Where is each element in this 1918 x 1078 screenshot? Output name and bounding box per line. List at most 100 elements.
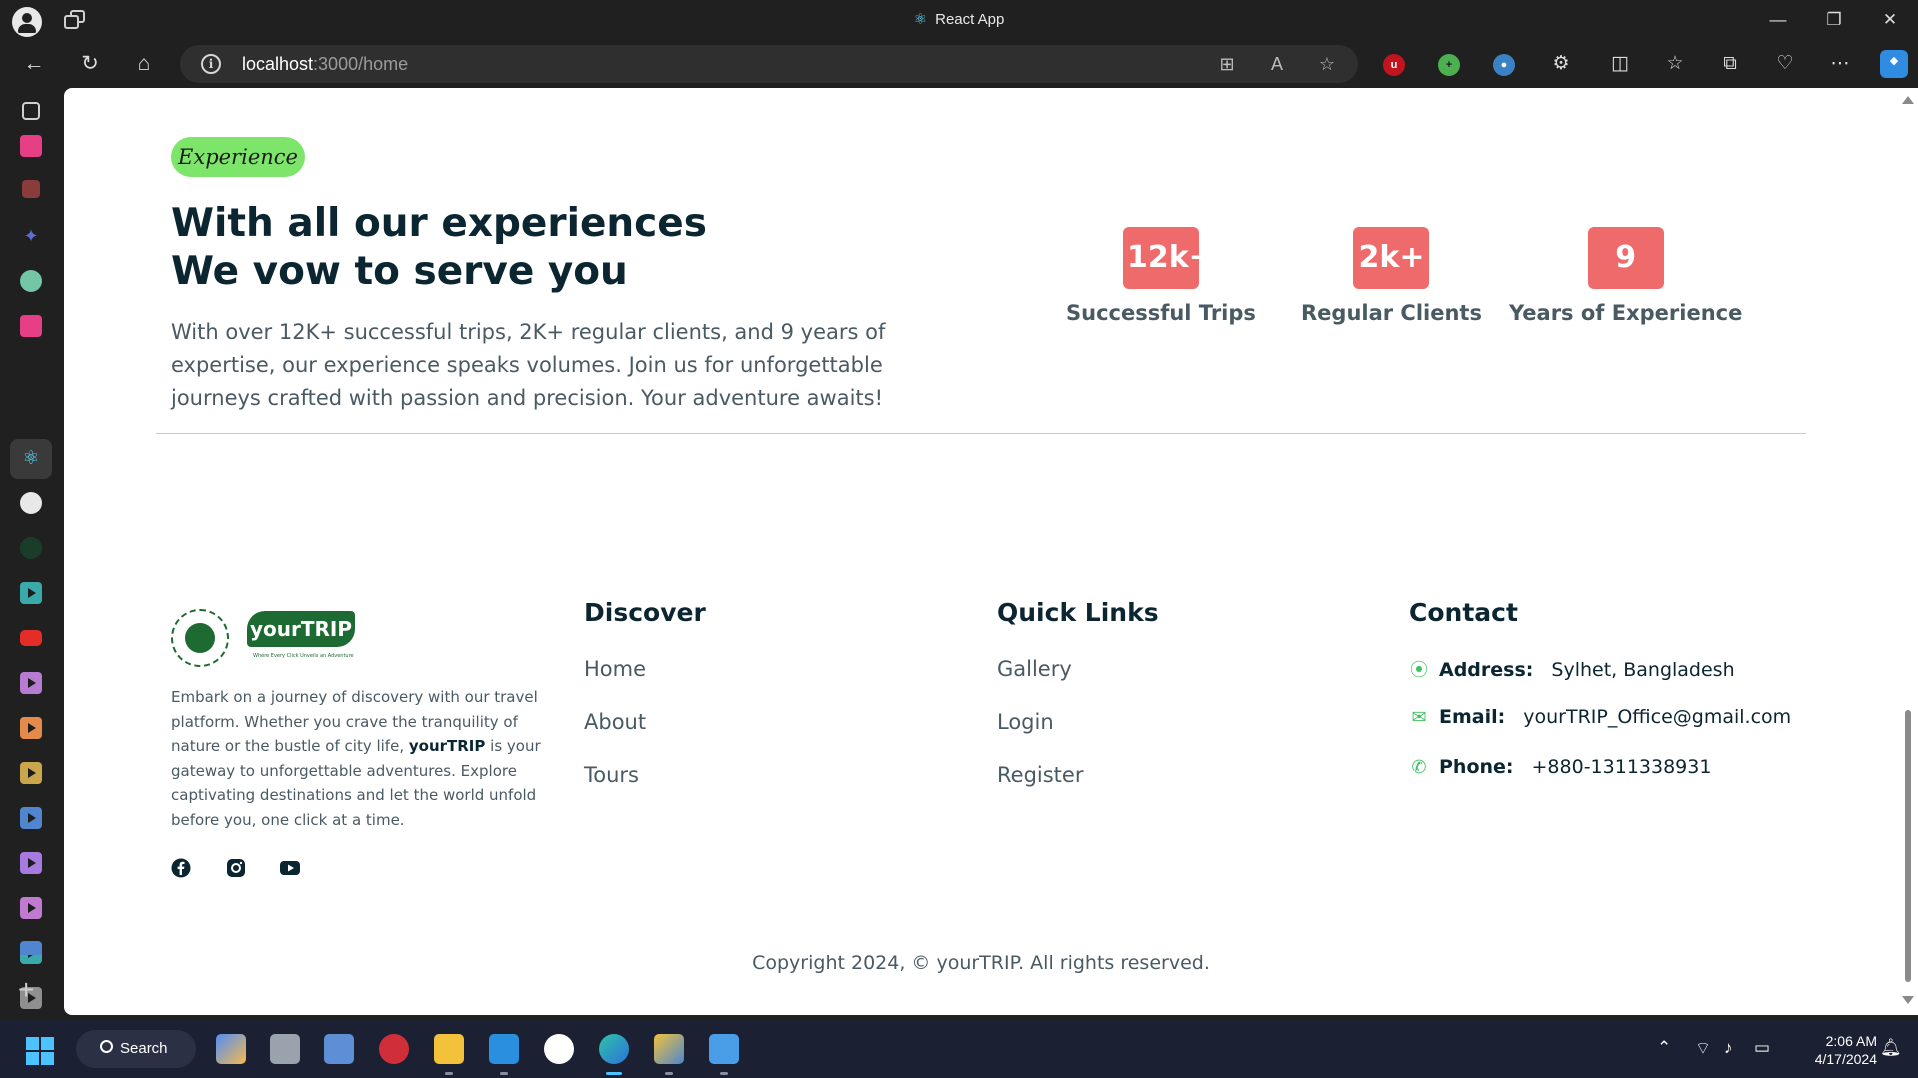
- stat-regular-clients: 2k+ Regular Clients: [1301, 227, 1482, 325]
- git-app-icon[interactable]: [654, 1034, 684, 1064]
- edge-browser-icon[interactable]: [599, 1034, 629, 1064]
- close-button[interactable]: ✕: [1862, 0, 1918, 40]
- refresh-button[interactable]: ↻: [72, 48, 108, 80]
- battery-icon[interactable]: ▭: [1754, 1038, 1770, 1058]
- headline-line-1: With all our experiences: [171, 201, 707, 246]
- experience-intro: With over 12K+ successful trips, 2K+ reg…: [171, 320, 886, 410]
- browser-toolbar: ← ↻ ⌂ i localhost:3000/home ⊞ A ☆ u + ● …: [0, 40, 1918, 88]
- task-view-app-icon[interactable]: [270, 1034, 300, 1064]
- sidebar-tab-2[interactable]: [22, 180, 40, 198]
- extensions-icon[interactable]: ⚙: [1543, 48, 1579, 80]
- footer-link-about[interactable]: About: [584, 710, 646, 734]
- stat-successful-trips: 12k+ Successful Trips: [1066, 227, 1256, 325]
- stat-value: 9: [1587, 227, 1664, 289]
- stat-years-experience: 9 Years of Experience: [1509, 227, 1742, 325]
- back-button[interactable]: ←: [16, 48, 52, 80]
- location-pin-icon: ⦿: [1410, 660, 1428, 681]
- mail-icon: ✉: [1411, 707, 1427, 728]
- stat-label: Years of Experience: [1509, 301, 1743, 325]
- running-indicator: [665, 1072, 673, 1075]
- file-explorer-icon[interactable]: [434, 1034, 464, 1064]
- photos-app-icon[interactable]: [324, 1034, 354, 1064]
- copilot-icon[interactable]: ◆: [1880, 50, 1908, 78]
- video-tab-7[interactable]: [20, 897, 42, 919]
- contact-email[interactable]: ✉ Email: yourTRIP_Office@gmail.com: [1409, 706, 1791, 728]
- youtube-icon[interactable]: [280, 858, 300, 878]
- contact-phone[interactable]: ✆ Phone: +880-1311338931: [1409, 756, 1711, 778]
- mongodb-tab-icon[interactable]: [20, 537, 42, 559]
- sidebar-tab-5[interactable]: [20, 315, 42, 337]
- favorite-star-icon[interactable]: ☆: [1314, 51, 1340, 77]
- color-extension-icon[interactable]: ●: [1493, 54, 1515, 76]
- more-menu-icon[interactable]: ⋯: [1822, 48, 1858, 80]
- t-app-icon[interactable]: [379, 1034, 409, 1064]
- footer-link-register[interactable]: Register: [997, 763, 1083, 787]
- footer-link-gallery[interactable]: Gallery: [997, 657, 1072, 681]
- vertical-tabs-sidebar: ✦ ⚛: [0, 88, 64, 1020]
- browser-essentials-icon[interactable]: ♡: [1767, 48, 1803, 80]
- wifi-icon[interactable]: ⌔: [1695, 1038, 1711, 1059]
- home-button[interactable]: ⌂: [126, 48, 162, 80]
- windows-taskbar: Search ⌃ ⌔ ♪ ▭ 2:06 AM 4/17/2024 🔔︎: [0, 1020, 1918, 1078]
- chatgpt-tab-icon[interactable]: [20, 270, 42, 292]
- a-app-icon[interactable]: [544, 1034, 574, 1064]
- copyright-text: Copyright 2024, © yourTRIP. All rights r…: [752, 952, 1210, 974]
- footer-link-tours[interactable]: Tours: [584, 763, 639, 787]
- scroll-thumb[interactable]: [1905, 710, 1911, 982]
- taskbar-search[interactable]: Search: [76, 1030, 196, 1068]
- vscode-icon[interactable]: [489, 1034, 519, 1064]
- page-scrollbar[interactable]: [1898, 88, 1918, 1015]
- video-tab-5[interactable]: [20, 807, 42, 829]
- footer-link-home[interactable]: Home: [584, 657, 646, 681]
- sidebar-tab-1[interactable]: [20, 135, 42, 157]
- github-tab-icon[interactable]: [20, 492, 42, 514]
- react-icon: ⚛: [913, 11, 928, 28]
- clock-date: 4/17/2024: [1814, 1051, 1877, 1067]
- stat-label: Successful Trips: [1066, 301, 1256, 325]
- minimize-button[interactable]: —: [1750, 0, 1806, 40]
- restore-button[interactable]: ❐: [1806, 0, 1862, 40]
- discover-title: Discover: [584, 598, 706, 627]
- phone-icon: ✆: [1411, 757, 1427, 778]
- read-aloud-icon[interactable]: A: [1264, 51, 1290, 77]
- window-title: ⚛ React App: [913, 11, 1005, 28]
- address-bar[interactable]: i localhost:3000/home ⊞ A ☆: [180, 45, 1358, 83]
- facebook-icon[interactable]: [171, 858, 191, 878]
- scroll-up-arrow-icon[interactable]: [1902, 96, 1914, 104]
- quick-links-title: Quick Links: [997, 598, 1159, 627]
- collections-icon[interactable]: ⧉: [1712, 48, 1748, 80]
- notification-bell-icon[interactable]: 🔔︎: [1880, 1038, 1902, 1058]
- scroll-down-arrow-icon[interactable]: [1902, 996, 1914, 1004]
- new-tab-plus-icon[interactable]: +: [18, 976, 34, 1004]
- search-icon: [100, 1040, 113, 1053]
- favorites-icon[interactable]: ☆: [1657, 48, 1693, 80]
- split-screen-icon[interactable]: ◫: [1602, 48, 1638, 80]
- add-extension-icon[interactable]: +: [1438, 54, 1460, 76]
- ublock-extension-icon[interactable]: u: [1383, 54, 1405, 76]
- instagram-icon[interactable]: [226, 858, 246, 878]
- headline-line-2: We vow to serve you: [171, 249, 628, 294]
- react-tab-icon[interactable]: ⚛: [20, 448, 42, 470]
- volume-icon[interactable]: ♪: [1724, 1038, 1733, 1058]
- taskbar-clock[interactable]: 2:06 AM 4/17/2024: [1793, 1032, 1877, 1068]
- clock-time: 2:06 AM: [1825, 1033, 1877, 1049]
- yourtrip-logo[interactable]: yourTRIP Where Every Click Unveils an Ad…: [171, 605, 365, 669]
- youtube-tab-icon[interactable]: [20, 630, 42, 646]
- tab-panel-icon[interactable]: [22, 102, 40, 120]
- video-tab-10[interactable]: [20, 941, 42, 955]
- footer-link-login[interactable]: Login: [997, 710, 1054, 734]
- tray-chevron-up-icon[interactable]: ⌃: [1657, 1038, 1671, 1058]
- video-tab-1[interactable]: [20, 582, 42, 604]
- start-windows-icon[interactable]: [26, 1037, 54, 1065]
- site-info-icon[interactable]: i: [201, 54, 221, 74]
- copilot-pre-app-icon[interactable]: [216, 1034, 246, 1064]
- video-tab-3[interactable]: [20, 717, 42, 739]
- video-tab-4[interactable]: [20, 762, 42, 784]
- logo-tagline: Where Every Click Unveils an Adventure: [253, 653, 354, 659]
- video-tab-2[interactable]: [20, 672, 42, 694]
- video-tab-6[interactable]: [20, 852, 42, 874]
- sidebar-tab-3[interactable]: ✦: [20, 225, 42, 247]
- notepad-icon[interactable]: [709, 1034, 739, 1064]
- app-available-icon[interactable]: ⊞: [1214, 51, 1240, 77]
- url-text[interactable]: localhost:3000/home: [242, 54, 408, 75]
